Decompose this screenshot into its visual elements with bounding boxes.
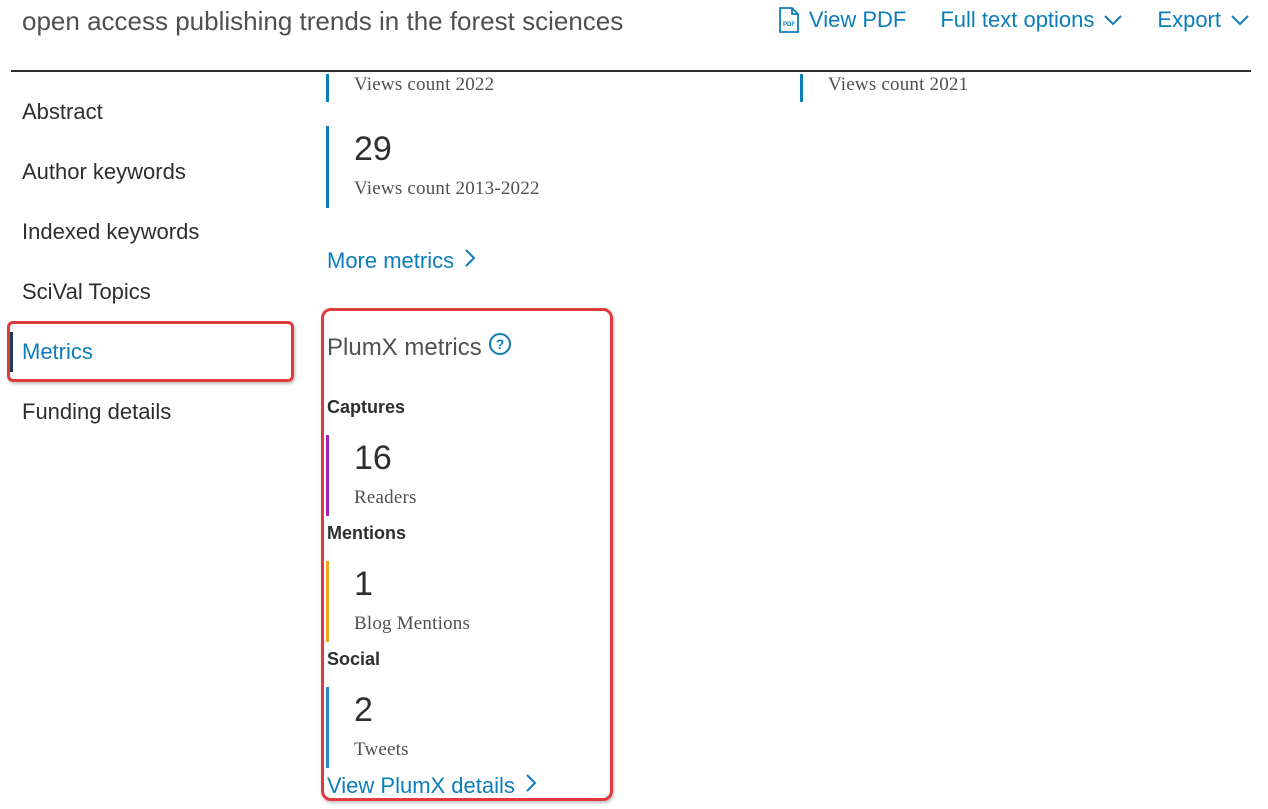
tweets-metric: 2 Tweets	[326, 687, 409, 768]
export-label: Export	[1157, 7, 1221, 32]
chevron-down-icon	[1103, 14, 1123, 26]
full-text-options-button[interactable]: Full text options	[940, 7, 1123, 33]
views-2021-metric: Views count 2021	[800, 74, 968, 102]
more-metrics-link[interactable]: More metrics	[327, 248, 476, 274]
chevron-right-icon	[525, 773, 537, 799]
metric-label: Readers	[354, 487, 417, 508]
metric-value: 1	[354, 565, 373, 603]
sidebar-item-author-keywords[interactable]: Author keywords	[22, 159, 186, 185]
svg-text:PDF: PDF	[783, 22, 795, 28]
blog-mentions-metric: 1 Blog Mentions	[326, 561, 470, 642]
metric-label: Views count 2013-2022	[354, 178, 540, 199]
readers-metric: 16 Readers	[326, 435, 417, 516]
header-divider	[11, 70, 1251, 72]
sidebar-item-funding-details[interactable]: Funding details	[22, 399, 171, 425]
metrics-highlight	[7, 321, 294, 382]
sidebar-item-indexed-keywords[interactable]: Indexed keywords	[22, 219, 199, 245]
metric-label: Blog Mentions	[354, 613, 471, 634]
export-button[interactable]: Export	[1157, 7, 1250, 33]
view-pdf-label: View PDF	[808, 7, 907, 32]
metric-label: Views count 2022	[354, 74, 495, 95]
more-metrics-label: More metrics	[327, 248, 455, 273]
views-total-metric: 29 Views count 2013-2022	[326, 126, 540, 208]
help-icon[interactable]: ?	[488, 332, 512, 363]
header-actions: PDF View PDF Full text options Export	[778, 7, 1250, 33]
plumx-title: PlumX metrics	[327, 333, 482, 361]
svg-text:?: ?	[495, 336, 504, 352]
chevron-right-icon	[464, 248, 476, 274]
mentions-category: Mentions	[327, 523, 406, 543]
metric-value: 29	[354, 130, 392, 168]
pdf-icon: PDF	[778, 7, 800, 33]
plumx-section-title: PlumX metrics ?	[327, 332, 512, 363]
sidebar-item-scival-topics[interactable]: SciVal Topics	[22, 279, 151, 305]
view-pdf-button[interactable]: PDF View PDF	[778, 7, 906, 33]
metric-label: Views count 2021	[828, 74, 969, 95]
chevron-down-icon	[1230, 14, 1250, 26]
document-title: open access publishing trends in the for…	[22, 6, 624, 36]
full-text-options-label: Full text options	[940, 7, 1095, 32]
metric-value: 2	[354, 691, 373, 729]
metric-value: 16	[354, 439, 392, 477]
view-plumx-details-label: View PlumX details	[327, 773, 515, 798]
views-2022-metric: Views count 2022	[326, 74, 494, 102]
metric-label: Tweets	[354, 739, 409, 760]
social-category: Social	[327, 649, 381, 669]
captures-category: Captures	[327, 397, 406, 417]
view-plumx-details-link[interactable]: View PlumX details	[327, 773, 537, 799]
sidebar-item-abstract[interactable]: Abstract	[22, 99, 103, 125]
